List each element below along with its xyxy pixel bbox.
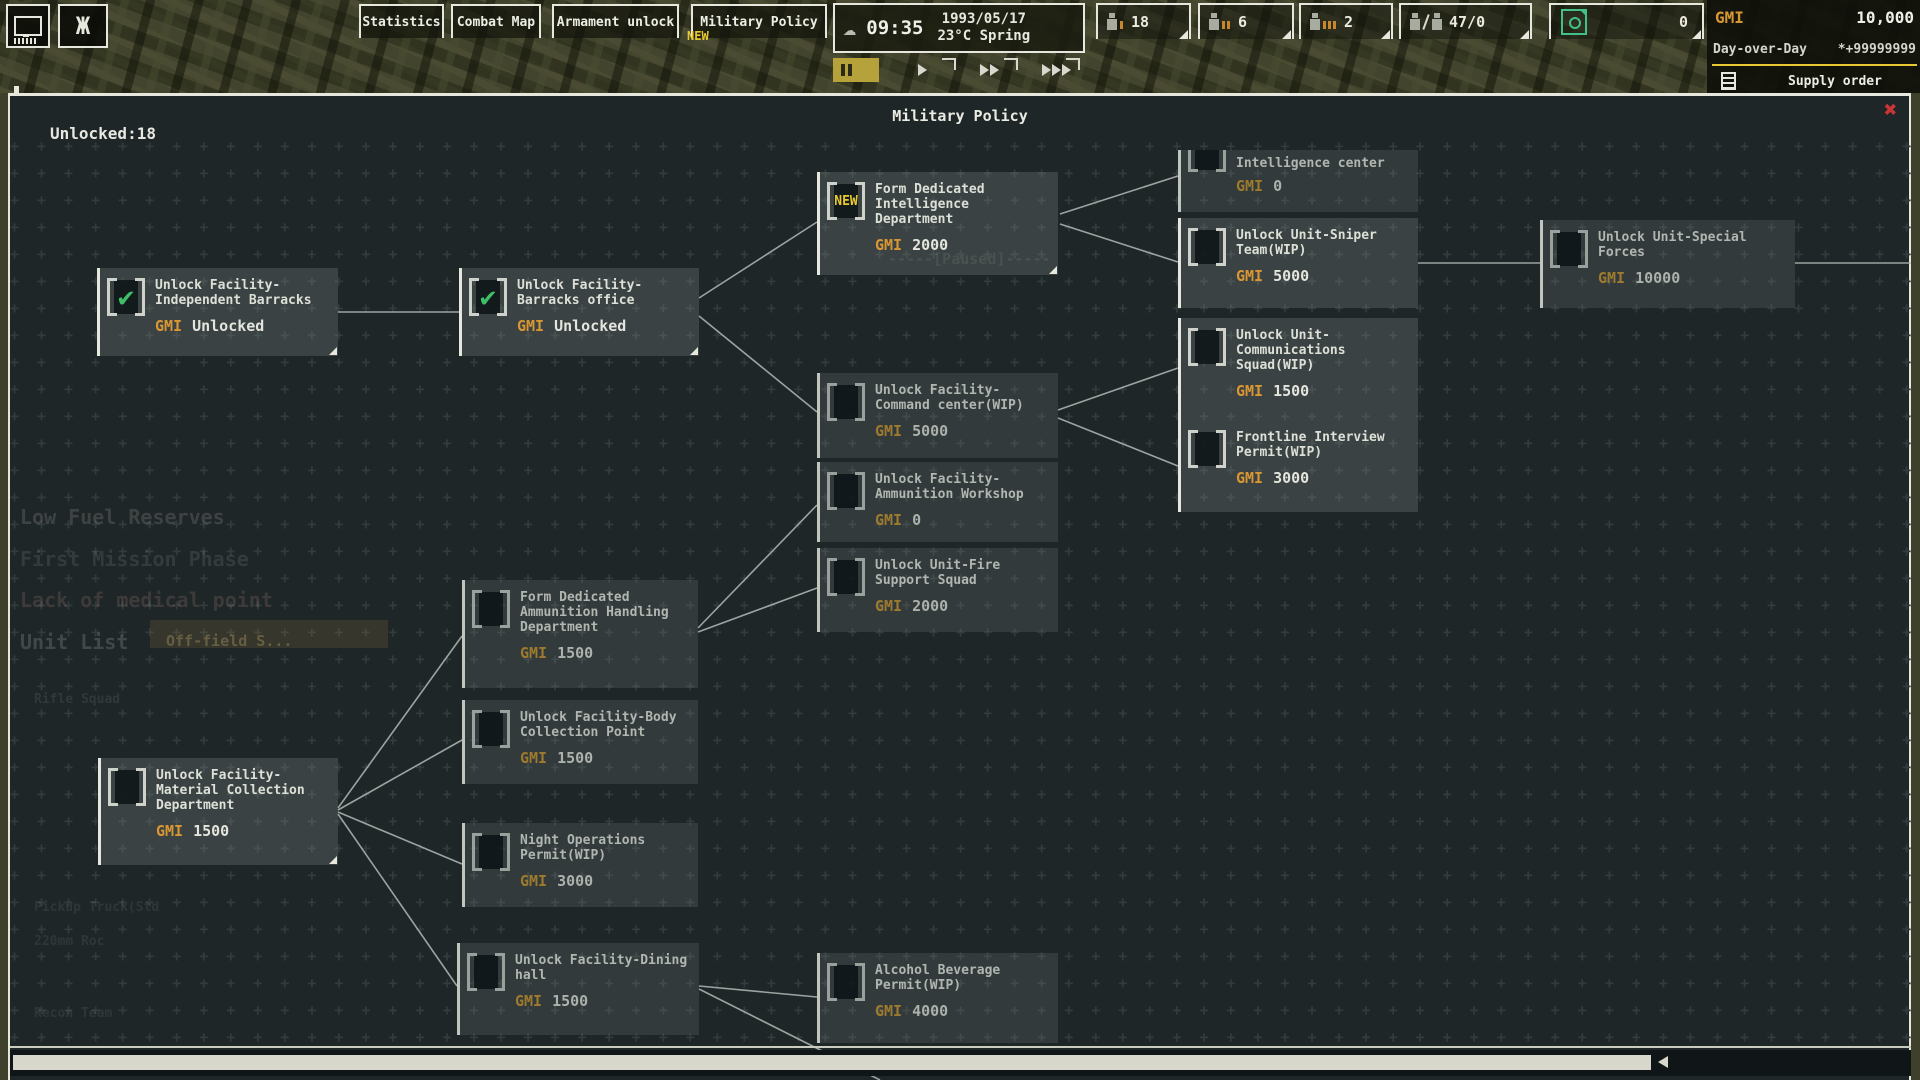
- node-cost: GMI0: [1236, 177, 1418, 195]
- node-corner-mark: [690, 347, 698, 355]
- node-edge-bar: [817, 953, 820, 1043]
- checked-checkbox-icon: ✔: [469, 278, 507, 316]
- empty-checkbox-icon: [472, 590, 510, 628]
- policy-node-independent-barracks[interactable]: ✔ Unlock Facility-Independent Barracks GMI…: [97, 268, 338, 356]
- node-title: Unlock Facility-BodyCollection Point: [520, 700, 698, 740]
- empty-checkbox-icon: [827, 558, 865, 596]
- empty-checkbox-icon: [827, 472, 865, 510]
- empty-checkbox-icon: [108, 768, 146, 806]
- policy-node-frontline-interview[interactable]: Frontline InterviewPermit(WIP) GMI3000: [1178, 420, 1418, 512]
- node-cost: GMI1500: [520, 749, 698, 767]
- node-corner-mark: [1049, 266, 1057, 274]
- policy-node-night-operations[interactable]: Night OperationsPermit(WIP) GMI3000: [462, 823, 698, 907]
- node-edge-bar: [817, 373, 820, 458]
- unlocked-count-label: Unlocked:18: [50, 124, 156, 143]
- node-title: Unlock Unit-SpecialForces: [1598, 220, 1795, 260]
- policy-node-dining-hall[interactable]: Unlock Facility-Dininghall GMI1500: [457, 943, 699, 1035]
- node-cost: GMI2000: [875, 236, 1058, 254]
- node-edge-bar: [1178, 318, 1181, 420]
- node-edge-bar: [98, 758, 101, 865]
- node-edge-bar: [1178, 420, 1181, 512]
- node-title: Unlock Facility-Barracks office: [517, 268, 699, 308]
- node-edge-bar: [459, 268, 462, 356]
- node-edge-bar: [97, 268, 100, 356]
- close-button[interactable]: ✖: [1884, 100, 1897, 122]
- node-title: Unlock Facility-Dininghall: [515, 943, 699, 983]
- policy-node-ammo-workshop[interactable]: Unlock Facility-Ammunition Workshop GMI0: [817, 462, 1058, 542]
- node-cost: GMI1500: [1236, 382, 1418, 400]
- node-cost: GMI4000: [875, 1002, 1058, 1020]
- node-title: Frontline InterviewPermit(WIP): [1236, 420, 1418, 460]
- node-edge-bar: [1178, 150, 1181, 212]
- node-edge-bar: [817, 548, 820, 632]
- node-title: Unlock Facility-Independent Barracks: [155, 268, 338, 308]
- node-corner-mark: [329, 347, 337, 355]
- empty-checkbox-icon: [1550, 230, 1588, 268]
- empty-checkbox-icon: [472, 710, 510, 748]
- node-edge-bar: [1178, 218, 1181, 308]
- node-cost: GMI10000: [1598, 269, 1795, 287]
- policy-node-barracks-office[interactable]: ✔ Unlock Facility-Barracks office GMIUnloc…: [459, 268, 699, 356]
- node-title: Unlock Unit-SniperTeam(WIP): [1236, 218, 1418, 258]
- node-cost: GMI3000: [520, 872, 698, 890]
- empty-checkbox-icon: [1188, 430, 1226, 468]
- node-title: Intelligence center: [1236, 150, 1418, 171]
- policy-node-intelligence-center[interactable]: Intelligence center GMI0: [1178, 150, 1418, 212]
- policy-node-alcohol-permit[interactable]: Alcohol BeveragePermit(WIP) GMI4000: [817, 953, 1058, 1043]
- scrollbar-top-line: [10, 1046, 1911, 1048]
- empty-checkbox-icon: [1188, 328, 1226, 366]
- node-edge-bar: [1540, 220, 1543, 308]
- node-cost: GMIUnlocked: [517, 317, 699, 335]
- scroll-left-icon[interactable]: [1658, 1056, 1668, 1068]
- node-edge-bar: [462, 580, 465, 688]
- node-edge-bar: [462, 823, 465, 907]
- empty-checkbox-icon: [827, 383, 865, 421]
- new-badge: NEW: [687, 29, 709, 43]
- policy-node-intelligence-department[interactable]: NEW Form DedicatedIntelligenceDepartment G…: [817, 172, 1058, 275]
- node-cost: GMI3000: [1236, 469, 1418, 487]
- scrollbar-thumb[interactable]: [13, 1055, 1651, 1070]
- node-cost: GMI5000: [875, 422, 1058, 440]
- policy-node-sniper-team[interactable]: Unlock Unit-SniperTeam(WIP) GMI5000: [1178, 218, 1418, 308]
- new-checkbox-icon: NEW: [827, 182, 865, 220]
- page-title: Military Policy: [892, 107, 1027, 125]
- node-title: Form DedicatedIntelligenceDepartment: [875, 172, 1058, 227]
- policy-node-body-collection-point[interactable]: Unlock Facility-BodyCollection Point GMI1…: [462, 700, 698, 784]
- node-cost: GMI0: [875, 511, 1058, 529]
- policy-node-communications-squad[interactable]: Unlock Unit-CommunicationsSquad(WIP) GMI1…: [1178, 318, 1418, 420]
- empty-checkbox-icon: [1188, 150, 1226, 172]
- node-title: Night OperationsPermit(WIP): [520, 823, 698, 863]
- empty-checkbox-icon: [467, 953, 505, 991]
- node-edge-bar: [457, 943, 460, 1035]
- node-title: Unlock Facility-Command center(WIP): [875, 373, 1058, 413]
- node-cost: GMI1500: [520, 644, 698, 662]
- node-cost: GMI2000: [875, 597, 1058, 615]
- node-edge-bar: [817, 462, 820, 542]
- node-cost: GMI1500: [156, 822, 338, 840]
- node-edge-bar: [817, 172, 820, 275]
- node-cost: GMIUnlocked: [155, 317, 338, 335]
- policy-node-ammo-handling-department[interactable]: Form DedicatedAmmunition HandlingDepartm…: [462, 580, 698, 688]
- node-title: Unlock Facility-Ammunition Workshop: [875, 462, 1058, 502]
- policy-node-material-collection[interactable]: Unlock Facility-Material CollectionDepar…: [98, 758, 338, 865]
- policy-node-fire-support-squad[interactable]: Unlock Unit-FireSupport Squad GMI2000: [817, 548, 1058, 632]
- node-title: Unlock Facility-Material CollectionDepar…: [156, 758, 338, 813]
- empty-checkbox-icon: [472, 833, 510, 871]
- node-title: Unlock Unit-CommunicationsSquad(WIP): [1236, 318, 1418, 373]
- policy-node-special-forces[interactable]: Unlock Unit-SpecialForces GMI10000: [1540, 220, 1795, 308]
- node-title: Unlock Unit-FireSupport Squad: [875, 548, 1058, 588]
- empty-checkbox-icon: [827, 963, 865, 1001]
- policy-node-command-center[interactable]: Unlock Facility-Command center(WIP) GMI50…: [817, 373, 1058, 458]
- empty-checkbox-icon: [1188, 228, 1226, 266]
- checked-checkbox-icon: ✔: [107, 278, 145, 316]
- node-edge-bar: [462, 700, 465, 784]
- node-cost: GMI5000: [1236, 267, 1418, 285]
- node-corner-mark: [329, 856, 337, 864]
- node-title: Form DedicatedAmmunition HandlingDepartm…: [520, 580, 698, 635]
- node-cost: GMI1500: [515, 992, 699, 1010]
- node-title: Alcohol BeveragePermit(WIP): [875, 953, 1058, 993]
